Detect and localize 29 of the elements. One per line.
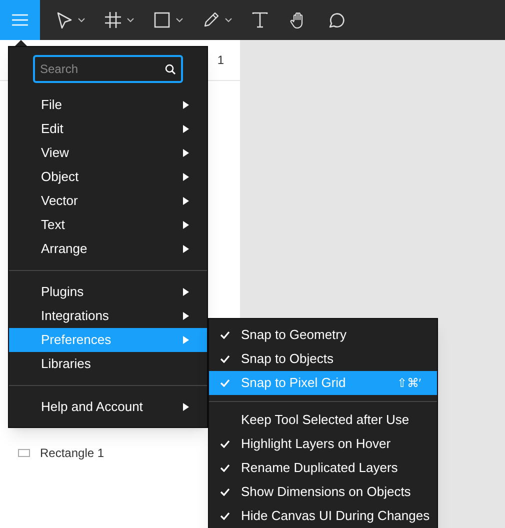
menu-item[interactable]: Vector xyxy=(9,189,207,213)
menu-item[interactable]: Help and Account xyxy=(9,395,207,419)
menu-item[interactable]: Highlight Layers on Hover xyxy=(209,432,437,456)
menu-item[interactable]: View xyxy=(9,141,207,165)
menu-item[interactable]: Show Dimensions on Objects xyxy=(209,480,437,504)
layer-name[interactable]: Rectangle 1 xyxy=(40,444,104,462)
menu-item[interactable]: Edit xyxy=(9,117,207,141)
menu-item[interactable]: Rename Duplicated Layers xyxy=(209,456,437,480)
rectangle-icon xyxy=(18,449,30,457)
menu-item[interactable]: Arrange xyxy=(9,237,207,261)
menu-item[interactable]: Text xyxy=(9,213,207,237)
search-icon xyxy=(165,64,176,75)
frame-icon xyxy=(103,10,123,30)
menu-item[interactable]: Hide Canvas UI During Changes xyxy=(209,504,437,528)
page-selector[interactable]: 1 xyxy=(217,51,224,69)
text-icon xyxy=(250,10,270,30)
menu-item[interactable]: Libraries xyxy=(9,352,207,376)
menu-icon xyxy=(12,14,28,26)
menu-item[interactable]: File xyxy=(9,93,207,117)
menu-item[interactable]: Object xyxy=(9,165,207,189)
menu-item[interactable]: Snap to Geometry xyxy=(209,323,437,347)
shortcut-label: ⇧⌘′ xyxy=(396,375,421,392)
menu-item[interactable]: Keep Tool Selected after Use xyxy=(209,408,437,432)
menu-button[interactable] xyxy=(0,0,40,40)
menu-item[interactable]: Integrations xyxy=(9,304,207,328)
menu-item[interactable]: Snap to Objects xyxy=(209,347,437,371)
menu-item[interactable]: Plugins xyxy=(9,280,207,304)
search-field[interactable]: Search xyxy=(33,55,183,83)
rectangle-icon xyxy=(152,10,172,30)
